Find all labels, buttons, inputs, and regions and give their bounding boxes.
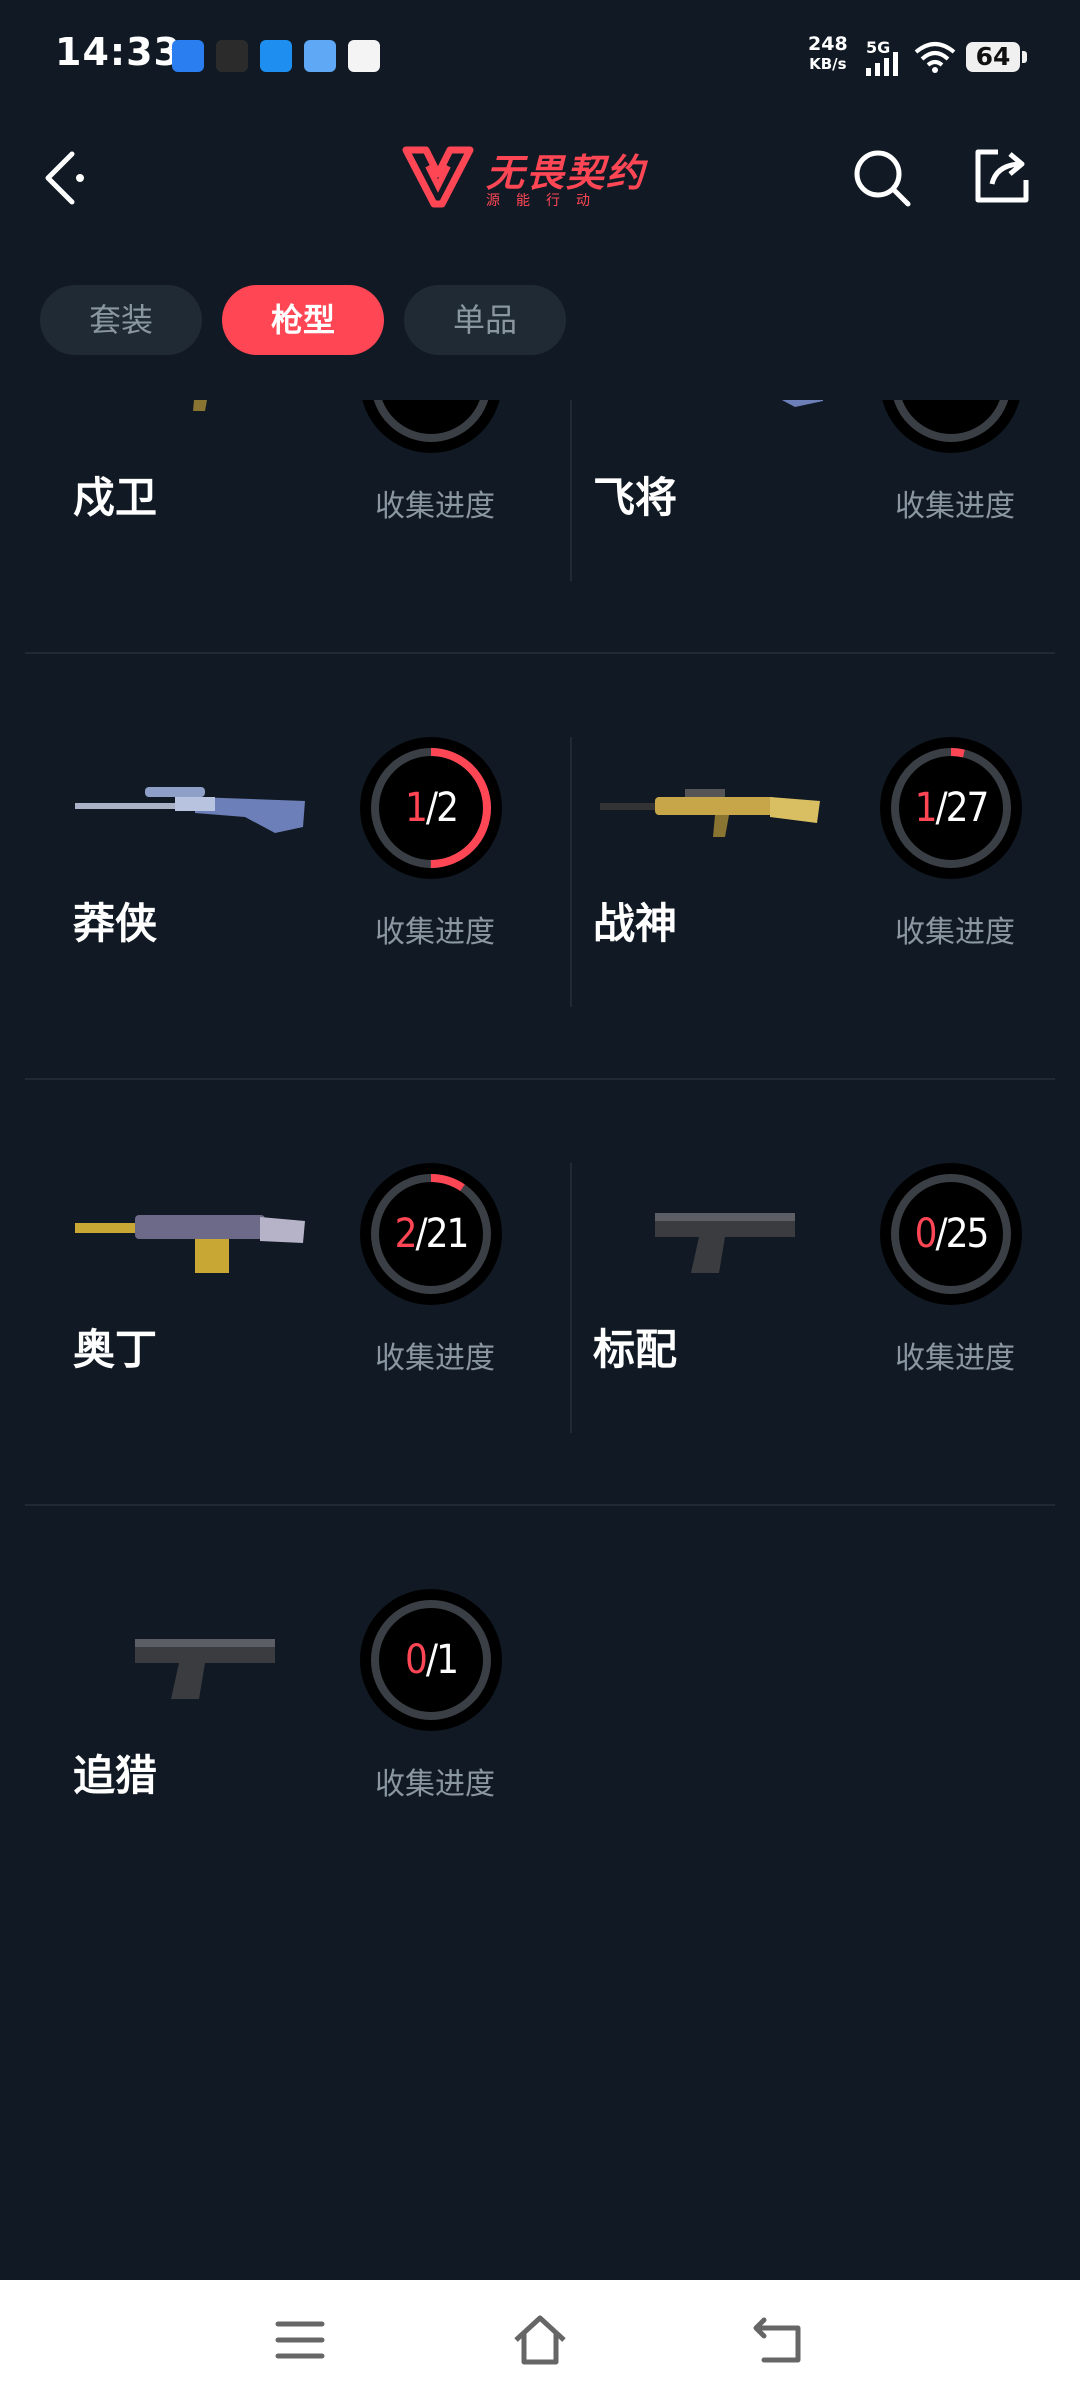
progress-caption: 收集进度 [375,1767,495,1802]
weapon-name: 飞将 [593,473,678,522]
machine-gun-icon [75,1215,305,1273]
collected-count: 1 [915,400,938,405]
progress-caption: 收集进度 [375,1341,495,1376]
status-time: 14:33 [55,30,181,74]
collection-progress-ring: 2/21 [360,1163,502,1305]
top-header: 无畏契约 源能行动 [0,120,1080,235]
rifle-icon [193,400,207,411]
total-count: 26 [426,400,470,405]
collected-count: 0 [914,1211,938,1257]
weapon-name: 奥丁 [73,1325,158,1374]
collected-count: 1 [914,785,938,831]
logo-title: 无畏契约 [486,151,647,195]
share-button[interactable] [972,146,1032,206]
signal-icon [866,52,898,76]
progress-count: 1/2 [405,785,459,831]
collection-progress-ring: 1/27 [880,737,1022,879]
total-count: 25 [946,400,990,405]
collection-progress-ring: 1/25 [880,400,1022,453]
back-nav-icon[interactable] [750,2310,810,2370]
app-notification-icon [172,40,204,72]
total-count: 25 [945,1211,990,1257]
progress-count: 1/25 [880,400,1022,453]
progress-caption: 收集进度 [895,1341,1015,1376]
weapon-card[interactable]: 1/25 飞将 收集进度 [545,400,1065,652]
wifi-icon [914,42,956,73]
weapon-row: 2/21 奥丁 收集进度 0/25 标配 收集进度 [25,1078,1055,1504]
logo-subtitle: 源能行动 [486,193,606,209]
progress-count: 0/1 [405,1637,459,1683]
weapon-row: 1/2 莽侠 收集进度 1/27 战神 收集进度 [25,652,1055,1078]
progress-caption: 收集进度 [895,489,1015,524]
progress-caption: 收集进度 [375,489,495,524]
weapon-name: 戍卫 [73,473,158,522]
collected-count: 2 [395,400,418,405]
weapon-card[interactable]: 1/2 莽侠 收集进度 [25,652,545,1078]
collection-progress-ring: 0/25 [880,1163,1022,1305]
collection-progress-ring: 1/2 [360,737,502,879]
collection-progress-ring: 0/1 [360,1589,502,1731]
app-logo: 无畏契约 源能行动 [402,140,682,215]
weapon-name: 战神 [593,899,678,948]
total-count: 2 [436,785,459,831]
home-icon[interactable] [510,2310,570,2370]
progress-count: 2/21 [394,1211,470,1257]
app-notification-icon [304,40,336,72]
tab-weapon-types[interactable]: 枪型 [222,285,384,355]
weapon-name: 标配 [593,1325,678,1374]
menu-icon[interactable] [270,2310,330,2370]
search-button[interactable] [852,148,912,208]
logo-emblem-icon [402,146,474,208]
pistol-icon [135,1639,275,1699]
collected-count: 1 [405,785,428,831]
weapon-row: 2/26 戍卫 收集进度 1/25 飞将 收集进度 [25,400,1055,652]
weapon-grid-viewport[interactable]: 2/26判官收集进度1/27獠犬收集进度2/26戍卫收集进度1/25飞将收集进度… [0,400,1080,2235]
total-count: 21 [425,1211,470,1257]
weapon-card[interactable]: 2/21 奥丁 收集进度 [25,1078,545,1504]
sniper-rifle-icon [781,400,824,407]
weapon-card[interactable]: 0/25 标配 收集进度 [545,1078,1065,1504]
collected-count: 2 [394,1211,418,1257]
weapon-card[interactable]: 1/27 战神 收集进度 [545,652,1065,1078]
pistol-icon [655,1213,795,1273]
status-bar: 14:33 248 KB/s 5G 64 [0,0,1080,115]
total-count: 27 [945,785,990,831]
back-button[interactable] [40,148,96,208]
weapon-card[interactable]: 0/1 追猎 收集进度 [25,1504,545,1930]
progress-count: 2/26 [360,400,502,453]
weapon-name: 莽侠 [73,899,158,948]
sniper-rifle-icon [75,787,305,833]
progress-caption: 收集进度 [895,915,1015,950]
collected-count: 0 [405,1637,428,1683]
tab-single-items[interactable]: 单品 [404,285,566,355]
rifle-icon [600,789,820,837]
app-notification-icon [216,40,248,72]
app-notification-icon [260,40,292,72]
progress-caption: 收集进度 [375,915,495,950]
progress-count: 1/27 [914,785,990,831]
network-speed: 248 KB/s [808,33,848,73]
weapon-name: 追猎 [73,1751,158,1800]
app-notification-icon [348,40,380,72]
weapon-row: 0/1 追猎 收集进度 [25,1504,1055,1930]
total-count: 1 [436,1637,459,1683]
battery-indicator: 64 [966,42,1027,72]
tab-suits[interactable]: 套装 [40,285,202,355]
weapon-card[interactable]: 2/26 戍卫 收集进度 [25,400,545,652]
progress-count: 0/25 [914,1211,990,1257]
system-nav-bar [0,2280,1080,2400]
collection-progress-ring: 2/26 [360,400,502,453]
